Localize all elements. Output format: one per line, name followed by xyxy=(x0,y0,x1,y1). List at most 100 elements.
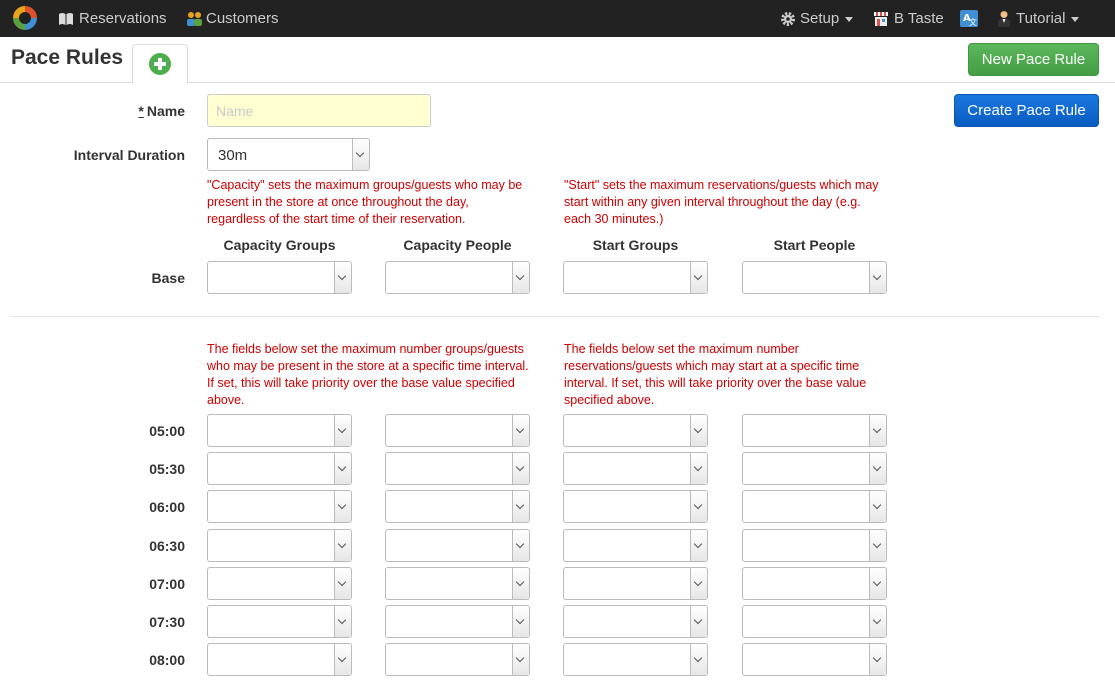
time-label: 06:30 xyxy=(149,537,185,554)
chevron-down-icon xyxy=(869,529,886,561)
required-marker: * xyxy=(138,103,144,119)
chevron-down-icon xyxy=(512,262,529,293)
interval-start-groups-select[interactable] xyxy=(563,605,708,638)
translate-icon: A 文 xyxy=(960,10,978,27)
chevron-down-icon xyxy=(869,644,886,676)
time-label: 07:30 xyxy=(149,614,185,630)
interval-capacity-people-select[interactable] xyxy=(385,566,530,600)
interval-capacity-people-select[interactable] xyxy=(385,452,530,486)
users-icon xyxy=(187,11,202,26)
interval-capacity-people-select[interactable] xyxy=(385,643,530,677)
time-label: 06:00 xyxy=(149,499,185,516)
store-icon xyxy=(874,11,888,26)
chevron-down-icon xyxy=(334,491,351,523)
nav-user-dropdown[interactable]: Tutorial xyxy=(997,0,1080,37)
interval-duration-label: Interval Duration xyxy=(73,147,185,163)
section-divider xyxy=(11,316,1100,317)
interval-capacity-groups-select[interactable] xyxy=(207,566,352,600)
interval-start-groups-select[interactable] xyxy=(563,643,708,677)
column-header-capacity-people: Capacity People xyxy=(403,237,512,253)
interval-start-people-select[interactable] xyxy=(742,605,887,638)
chevron-down-icon xyxy=(334,453,351,485)
interval-start-groups-select[interactable] xyxy=(563,490,708,524)
interval-capacity-groups-select[interactable] xyxy=(207,643,352,677)
capacity-note: "Capacity" sets the maximum groups/guest… xyxy=(207,178,523,226)
interval-start-people-select[interactable] xyxy=(742,490,887,524)
nav-reservations-label: Reservations xyxy=(79,10,167,27)
interval-capacity-people-select[interactable] xyxy=(385,414,530,447)
chevron-down-icon xyxy=(334,529,351,561)
start-interval-note: The fields below set the maximum number … xyxy=(564,342,867,407)
top-navbar: Reservations Customers Setup B Taste A 文… xyxy=(0,0,1115,37)
interval-capacity-people-select[interactable] xyxy=(385,490,530,524)
base-start-people-select[interactable] xyxy=(742,261,887,294)
new-pace-rule-button[interactable]: New Pace Rule xyxy=(968,43,1099,76)
interval-start-people-select[interactable] xyxy=(742,414,887,447)
nav-customers-label: Customers xyxy=(206,10,279,27)
interval-capacity-groups-select[interactable] xyxy=(207,414,352,447)
chevron-down-icon xyxy=(334,415,351,446)
interval-start-groups-select[interactable] xyxy=(563,528,708,562)
interval-start-groups-select[interactable] xyxy=(563,452,708,486)
chevron-down-icon xyxy=(690,415,707,446)
app-logo-icon[interactable] xyxy=(11,4,39,32)
interval-capacity-people-select[interactable] xyxy=(385,528,530,562)
chevron-down-icon xyxy=(334,644,351,676)
interval-capacity-groups-select[interactable] xyxy=(207,490,352,524)
nav-user-label: Tutorial xyxy=(1016,10,1066,27)
nav-store[interactable]: B Taste xyxy=(873,0,944,37)
interval-start-groups-select[interactable] xyxy=(563,566,708,600)
chevron-down-icon xyxy=(512,567,529,599)
nav-setup-dropdown[interactable]: Setup xyxy=(780,0,854,37)
base-capacity-people-select[interactable] xyxy=(385,261,530,294)
chevron-down-icon xyxy=(869,415,886,446)
page-title: Pace Rules xyxy=(11,46,124,69)
chevron-down-icon xyxy=(690,453,707,485)
chevron-down-icon xyxy=(845,17,854,22)
chevron-down-icon xyxy=(869,606,886,637)
interval-capacity-people-select[interactable] xyxy=(385,605,530,638)
start-note: "Start" sets the maximum reservations/gu… xyxy=(564,178,879,226)
chevron-down-icon xyxy=(1071,17,1080,22)
chevron-down-icon xyxy=(334,606,351,637)
nav-setup-label: Setup xyxy=(800,10,840,27)
interval-start-people-select[interactable] xyxy=(742,643,887,677)
nav-reservations[interactable]: Reservations xyxy=(58,0,167,37)
chevron-down-icon xyxy=(690,606,707,637)
nav-customers[interactable]: Customers xyxy=(186,0,279,37)
interval-start-people-select[interactable] xyxy=(742,528,887,562)
chevron-down-icon xyxy=(334,567,351,599)
chevron-down-icon xyxy=(869,491,886,523)
add-pace-rule-tab[interactable] xyxy=(132,44,188,84)
interval-duration-select[interactable]: 30m xyxy=(207,138,370,171)
base-start-groups-select[interactable] xyxy=(563,261,708,294)
svg-text:文: 文 xyxy=(969,17,977,27)
chevron-down-icon xyxy=(512,606,529,637)
column-header-start-people: Start People xyxy=(773,237,856,253)
chevron-down-icon xyxy=(352,139,369,170)
interval-duration-value: 30m xyxy=(218,147,248,164)
chevron-down-icon xyxy=(690,567,707,599)
nav-language[interactable]: A 文 xyxy=(960,0,978,37)
name-input[interactable] xyxy=(207,94,431,127)
chevron-down-icon xyxy=(512,415,529,446)
time-label: 05:30 xyxy=(149,461,185,478)
name-label-text: Name xyxy=(146,103,185,119)
interval-capacity-groups-select[interactable] xyxy=(207,528,352,562)
interval-start-people-select[interactable] xyxy=(742,452,887,486)
chevron-down-icon xyxy=(690,491,707,523)
gear-icon xyxy=(781,11,795,26)
interval-capacity-groups-select[interactable] xyxy=(207,452,352,486)
base-capacity-groups-select[interactable] xyxy=(207,261,352,294)
time-label: 07:00 xyxy=(149,575,185,592)
chevron-down-icon xyxy=(512,529,529,561)
chevron-down-icon xyxy=(869,453,886,485)
capacity-interval-note: The fields below set the maximum number … xyxy=(207,342,529,407)
create-pace-rule-button[interactable]: Create Pace Rule xyxy=(954,94,1099,127)
nav-store-label: B Taste xyxy=(894,10,944,27)
interval-start-people-select[interactable] xyxy=(742,566,887,600)
interval-capacity-groups-select[interactable] xyxy=(207,605,352,638)
interval-start-groups-select[interactable] xyxy=(563,414,708,447)
plus-circle-icon xyxy=(149,53,171,75)
chevron-down-icon xyxy=(690,644,707,676)
